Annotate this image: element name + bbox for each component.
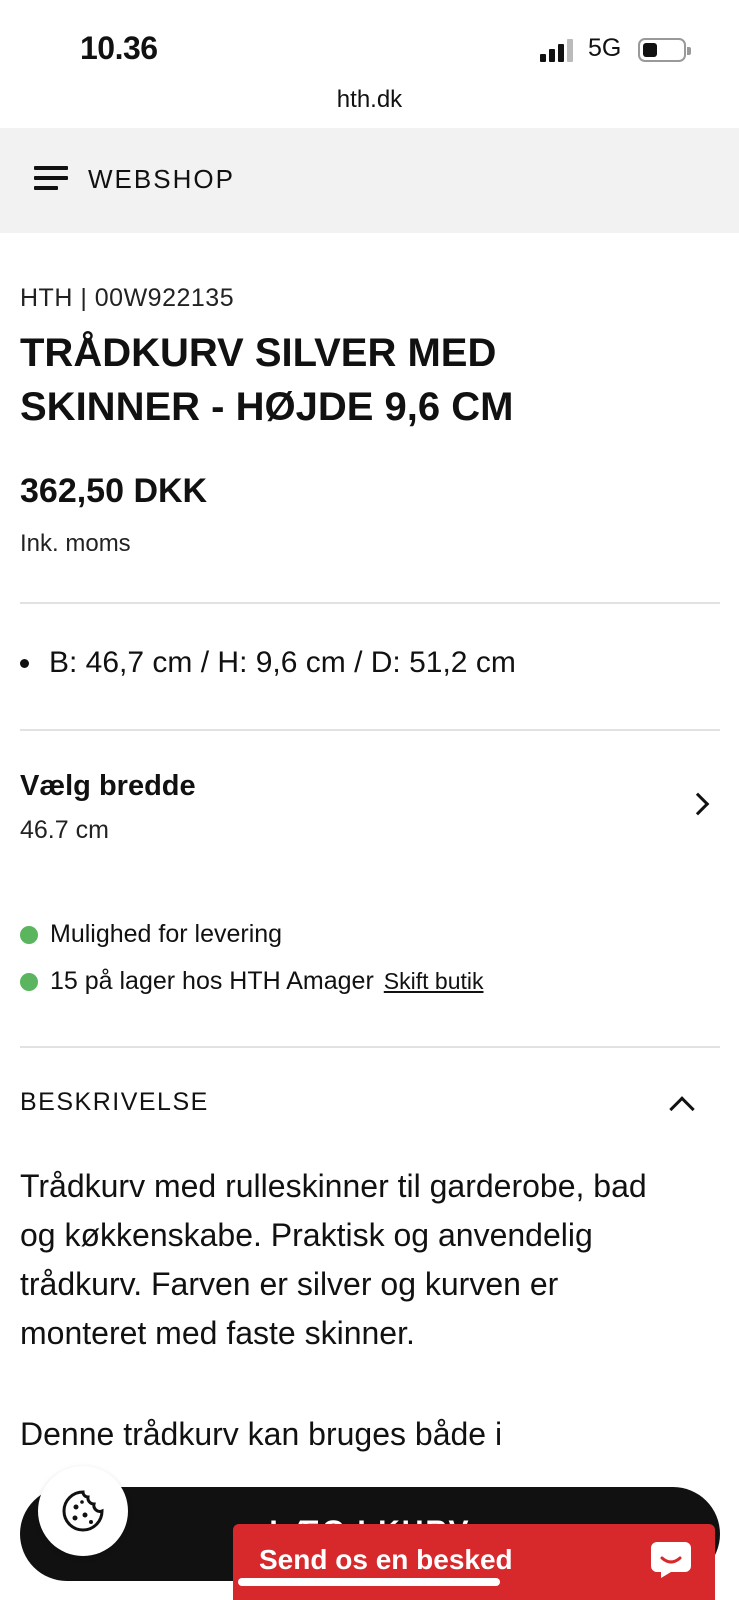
status-time: 10.36: [80, 30, 158, 66]
description-header[interactable]: BESKRIVELSE: [20, 1088, 720, 1117]
product-title-line: TRÅDKURV SILVER MED: [20, 331, 497, 375]
width-selector-label[interactable]: Vælg bredde: [20, 770, 720, 803]
product-sku: HTH | 00W922135: [20, 284, 235, 312]
delivery-status: Mulighed for levering: [20, 920, 720, 949]
product-title-line: SKINNER - HØJDE 9,6 CM: [20, 385, 514, 429]
description-line: Denne trådkurv kan bruges både i: [20, 1416, 503, 1452]
network-label: 5G: [588, 34, 622, 62]
hamburger-icon[interactable]: [34, 166, 70, 194]
description-line: og køkkenskabe. Praktisk og anvendelig: [20, 1217, 593, 1253]
chat-widget[interactable]: Send os en besked: [233, 1524, 715, 1600]
description-line: Trådkurv med rulleskinner til garderobe,…: [20, 1168, 647, 1204]
vat-note: Ink. moms: [20, 530, 131, 557]
dimensions-text: B: 46,7 cm / H: 9,6 cm / D: 51,2 cm: [49, 646, 516, 679]
description-text: Trådkurv med rulleskinner til garderobe,…: [20, 1162, 720, 1358]
dimensions-list-item: B: 46,7 cm / H: 9,6 cm / D: 51,2 cm: [20, 646, 720, 680]
cookie-settings-button[interactable]: [38, 1466, 128, 1556]
chat-label[interactable]: Send os en besked: [259, 1544, 513, 1576]
webshop-header: WEBSHOP: [0, 128, 739, 233]
address-bar-url[interactable]: hth.dk: [0, 86, 739, 114]
cookie-icon: [62, 1490, 104, 1532]
stock-text: 15 på lager hos HTH Amager: [50, 967, 374, 995]
signal-icon: [540, 38, 573, 62]
stock-status: 15 på lager hos HTH Amager Skift butik: [20, 967, 720, 996]
battery-icon: [638, 38, 691, 62]
divider: [20, 729, 720, 731]
divider: [20, 1046, 720, 1048]
width-selector-value[interactable]: 46.7 cm: [20, 816, 720, 845]
bullet-icon: [20, 658, 29, 668]
home-indicator: [238, 1578, 500, 1586]
status-dot-icon: [20, 925, 38, 944]
status-dot-icon: [20, 972, 38, 991]
product-title: TRÅDKURV SILVER MED SKINNER - HØJDE 9,6 …: [20, 326, 720, 434]
webshop-menu-label[interactable]: WEBSHOP: [88, 164, 235, 195]
divider: [20, 602, 720, 604]
change-store-link[interactable]: Skift butik: [384, 968, 484, 995]
status-bar: 10.36 5G hth.dk: [0, 0, 739, 128]
chat-bubble-icon[interactable]: [649, 1538, 693, 1580]
delivery-text: Mulighed for levering: [50, 920, 283, 948]
description-line: monteret med faste skinner.: [20, 1315, 415, 1351]
description-line: trådkurv. Farven er silver og kurven er: [20, 1266, 559, 1302]
product-price: 362,50 DKK: [20, 472, 208, 510]
